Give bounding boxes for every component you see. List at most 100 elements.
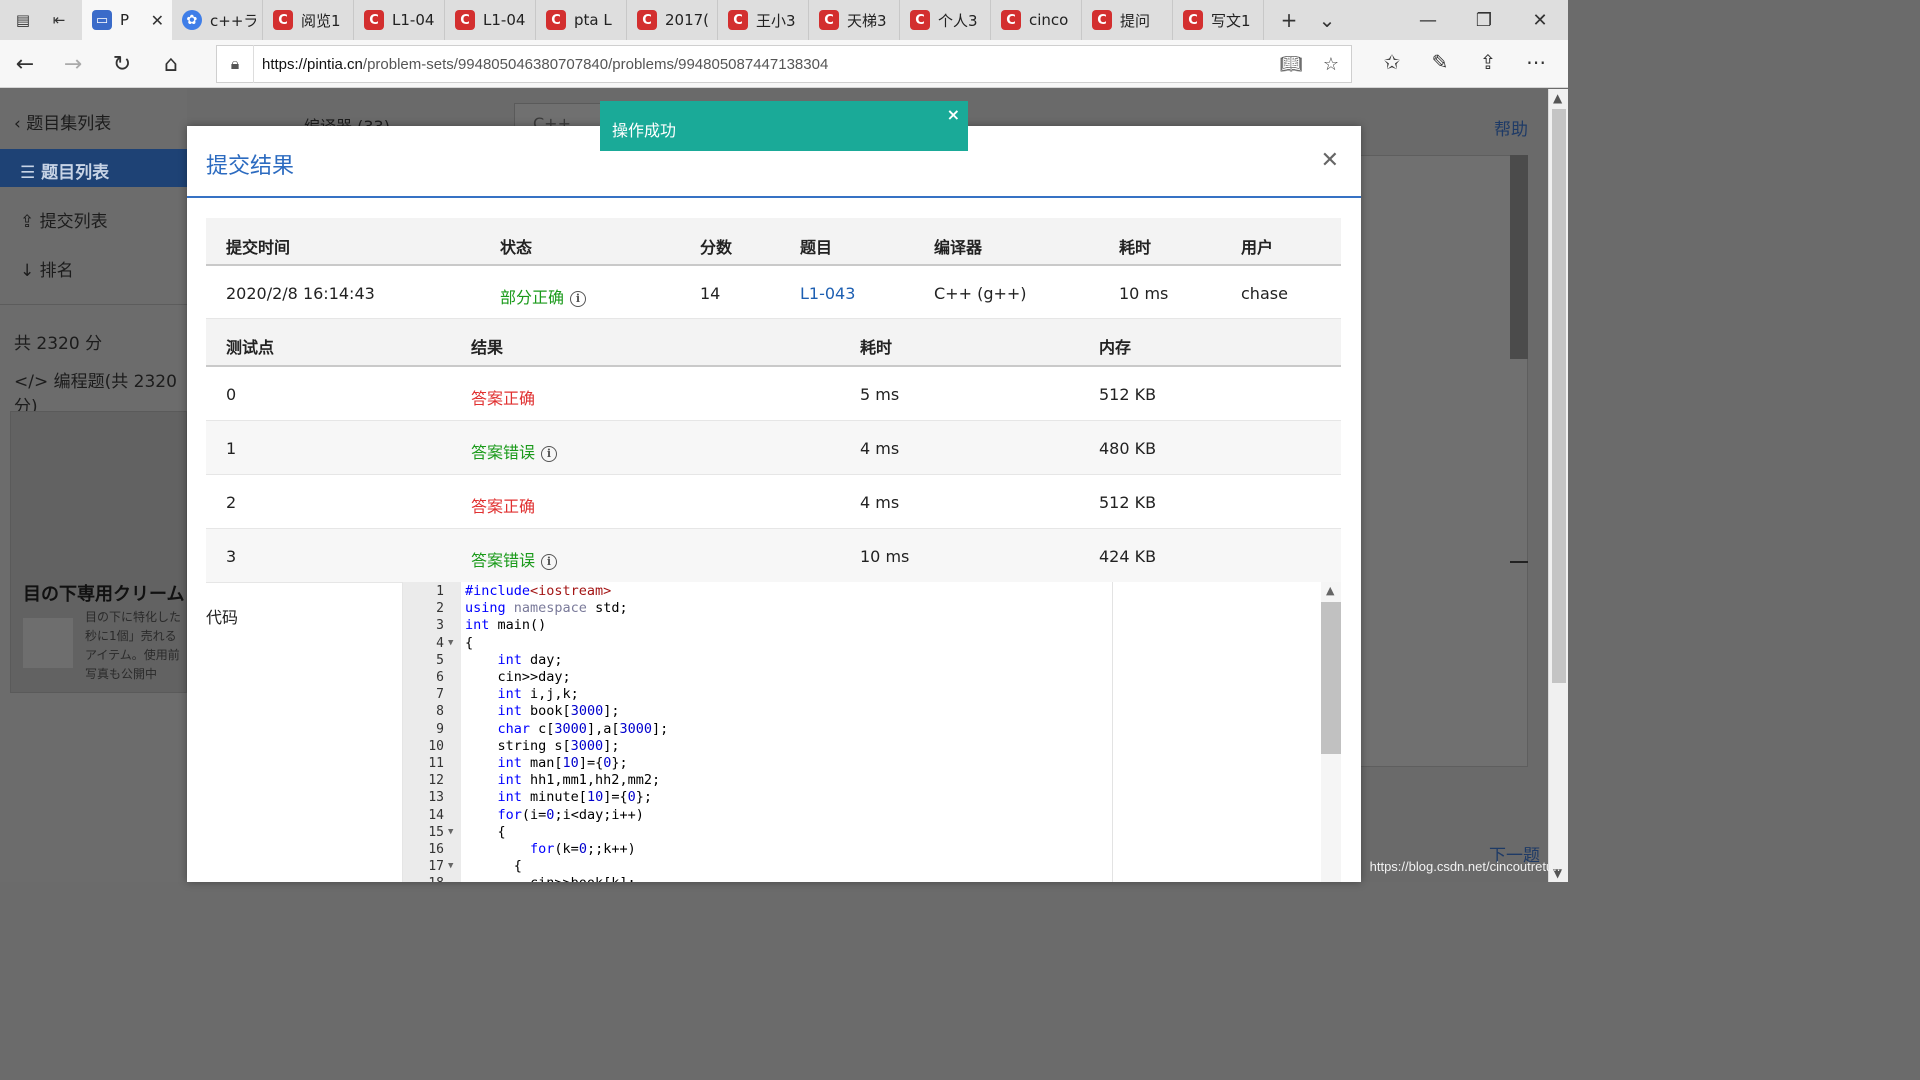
home-icon[interactable]: ⌂ <box>156 50 186 78</box>
line-number: 18 <box>403 875 444 882</box>
csdn-favicon-icon: C <box>546 10 566 30</box>
tab-preview-chevron-icon[interactable]: ⌄ <box>1308 8 1346 32</box>
lock-icon[interactable]: 🔒︎ <box>217 54 253 74</box>
line-number: 16 <box>428 842 444 857</box>
browser-tab[interactable]: C 2017( <box>627 0 718 40</box>
fold-arrow-icon[interactable]: ▼ <box>448 858 453 875</box>
code-text: cin>>day; <box>465 669 571 685</box>
browser-tab[interactable]: Ccinco <box>991 0 1082 40</box>
tab-title: cinco <box>1029 11 1069 29</box>
tab-title: 阅览1 <box>301 11 341 30</box>
line-number: 6 <box>436 670 444 685</box>
table-row: 0 答案正确 5 ms 512 KB <box>206 367 1341 421</box>
csdn-favicon-icon: C <box>364 10 384 30</box>
fold-arrow-icon[interactable]: ▼ <box>448 824 453 841</box>
line-number: 13 <box>428 790 444 806</box>
favorites-icon[interactable]: ✩ <box>1368 50 1416 74</box>
code-text: for(k=0;;k++) <box>530 841 636 857</box>
dialog-title: 提交结果 <box>206 154 295 179</box>
scroll-up-icon[interactable]: ▲ <box>1553 91 1562 105</box>
problem-link[interactable]: L1-043 <box>800 284 855 303</box>
ad-line: アイテム。使用前 <box>85 648 180 662</box>
browser-tools: ✩ ✎ ⇪ ⋯ <box>1368 50 1560 74</box>
editor-scroll-thumb[interactable] <box>1321 602 1341 754</box>
new-tab-icon[interactable]: + <box>1270 8 1308 32</box>
toast-close-icon[interactable]: × <box>947 105 960 124</box>
minimize-icon[interactable]: — <box>1400 0 1456 40</box>
line-number: 11 <box>428 756 444 771</box>
test-result-text: 答案错误 <box>471 443 536 462</box>
sidebar-item-submissions[interactable]: ⇪ 提交列表 <box>20 207 108 232</box>
url-bar[interactable]: 🔒︎ https://pintia.cn/problem-sets/994805… <box>216 45 1352 83</box>
browser-tab[interactable]: C 王小3 <box>718 0 809 40</box>
forward-arrow-icon[interactable]: → <box>58 50 88 78</box>
browser-tab[interactable]: C L1-04 <box>445 0 536 40</box>
tab-actions-icon[interactable]: ▤ <box>12 9 34 31</box>
tab-active[interactable]: ▭ P ✕ <box>82 0 172 40</box>
fold-arrow-icon[interactable]: ▼ <box>448 635 453 652</box>
browser-tab[interactable]: C 写文1 <box>1173 0 1264 40</box>
dialog-close-icon[interactable]: ✕ <box>1321 148 1339 173</box>
code-line: 15 ▼ { <box>403 824 1341 841</box>
page-scroll-thumb[interactable] <box>1552 109 1566 683</box>
code-line: 6 cin>>day; <box>403 669 1341 686</box>
editor-scrollbar[interactable]: ▲ <box>1321 582 1341 882</box>
table-row: 1 答案错误 i 4 ms 480 KB <box>206 421 1341 475</box>
watermark: https://blog.csdn.net/cincoutretu... <box>1369 859 1564 874</box>
back-to-problem-sets-link[interactable]: ‹ 题目集列表 <box>14 109 111 134</box>
csdn-favicon-icon: C <box>273 10 293 30</box>
browser-tab[interactable]: ✿ c++ラ <box>172 0 263 40</box>
browser-tab[interactable]: C 阅览1 <box>263 0 354 40</box>
line-number: 17 <box>428 859 444 875</box>
elapsed-value: 10 ms <box>1119 284 1169 303</box>
code-line: 2 using namespace std; <box>403 600 1341 617</box>
editor-panel-scrollbar[interactable] <box>1510 155 1528 359</box>
back-arrow-icon[interactable]: ← <box>10 50 40 78</box>
pen-icon[interactable]: ✎ <box>1416 50 1464 74</box>
share-icon[interactable]: ⇪ <box>1464 50 1512 74</box>
reading-view-icon[interactable]: 📖︎ <box>1271 54 1311 75</box>
browser-tab[interactable]: Cpta L <box>536 0 627 40</box>
restore-icon[interactable]: ❐ <box>1456 0 1512 40</box>
pta-favicon-icon: ▭ <box>92 10 112 30</box>
url-text[interactable]: https://pintia.cn/problem-sets/994805046… <box>262 56 1271 73</box>
more-icon[interactable]: ⋯ <box>1512 50 1560 74</box>
code-line: 13 int minute[10]={0}; <box>403 789 1341 806</box>
browser-tab[interactable]: C 提问 <box>1082 0 1173 40</box>
advertisement[interactable]: 目の下専用クリーム 目の下に特化した 秒に1個」売れる アイテム。使用前 写真も… <box>10 411 187 693</box>
sidebar-item-ranking[interactable]: ↓ 排名 <box>20 256 74 281</box>
url-separator <box>253 45 254 83</box>
info-icon[interactable]: i <box>541 446 558 462</box>
browser-tab[interactable]: C 个人3 <box>900 0 991 40</box>
line-number: 7 <box>436 687 444 703</box>
programming-score-link[interactable]: </> 编程题(共 2320 分) <box>14 367 187 417</box>
line-number: 1 <box>436 584 444 599</box>
page-scrollbar[interactable]: ▲ ▼ <box>1548 89 1568 882</box>
code-editor[interactable]: 1 #include<iostream> 2 using namespace std;… <box>402 582 1341 882</box>
code-text: { <box>465 634 474 651</box>
test-id: 3 <box>226 547 237 566</box>
set-tabs-aside-icon[interactable]: ⇤ <box>48 9 70 31</box>
refresh-icon[interactable]: ↻ <box>107 50 137 78</box>
code-text: int day; <box>497 651 563 668</box>
info-icon[interactable]: i <box>570 291 587 307</box>
compiler-value: C++ (g++) <box>934 284 1027 303</box>
user-value: chase <box>1241 284 1288 303</box>
close-window-icon[interactable]: ✕ <box>1512 0 1568 40</box>
submit-time: 2020/2/8 16:14:43 <box>226 284 375 303</box>
ad-description: 目の下に特化した 秒に1個」売れる アイテム。使用前 写真も公開中 <box>85 608 181 684</box>
sidebar-item-problem-list[interactable]: ☰ 题目列表 <box>0 149 187 187</box>
tab-bar-right-tools: + ⌄ <box>1270 0 1346 40</box>
help-link[interactable]: 帮助 <box>1494 115 1528 140</box>
tab-title: 天梯3 <box>847 11 887 30</box>
browser-tab[interactable]: C 天梯3 <box>809 0 900 40</box>
browser-tab[interactable]: C L1-04 <box>354 0 445 40</box>
scroll-up-icon[interactable]: ▲ <box>1326 584 1334 597</box>
code-line: 3 int main() <box>403 617 1341 634</box>
tab-close-icon[interactable]: ✕ <box>151 11 164 30</box>
favorite-star-icon[interactable]: ☆ <box>1311 54 1351 75</box>
col-header-memory: 内存 <box>1099 338 1132 357</box>
info-icon[interactable]: i <box>541 554 558 570</box>
csdn-favicon-icon: C <box>455 10 475 30</box>
test-time: 5 ms <box>860 385 900 404</box>
